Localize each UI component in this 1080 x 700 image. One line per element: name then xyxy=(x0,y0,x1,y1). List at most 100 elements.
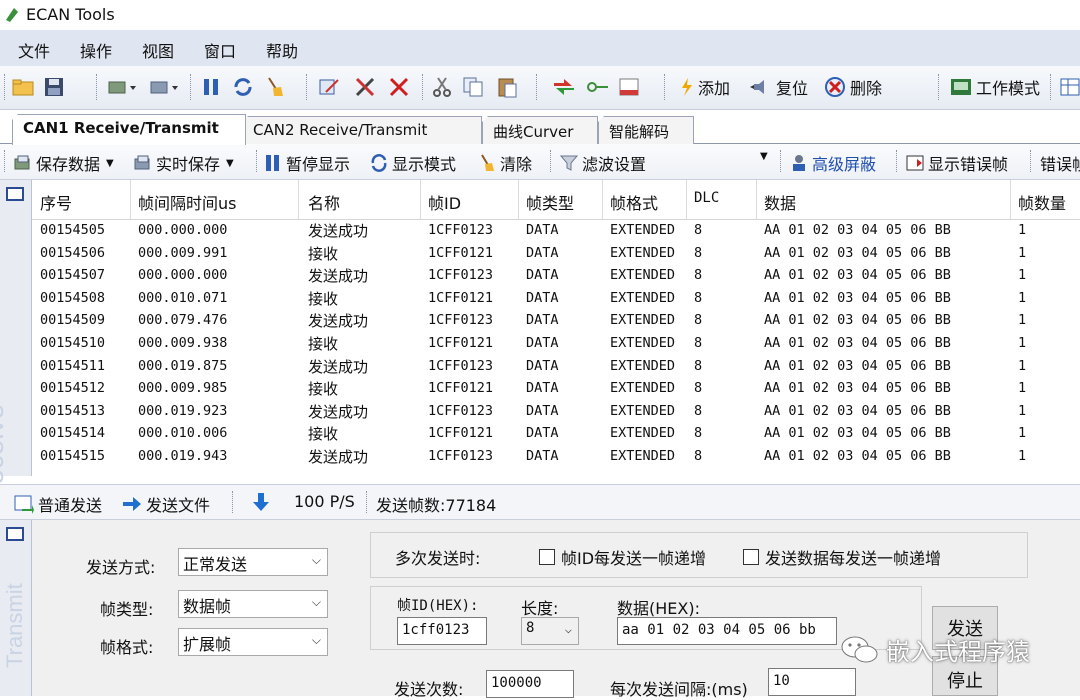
device-close-button[interactable] xyxy=(150,75,178,99)
show-error-frames-button[interactable]: 显示错误帧 xyxy=(906,151,1008,175)
table-row[interactable]: 00154509 000.079.476 发送成功 1CFF0123 DATA EXTEN… xyxy=(32,310,1080,333)
save-data-button[interactable]: 保存数据 ▼ xyxy=(14,151,114,175)
pause-display-button[interactable]: 暂停显示 xyxy=(264,151,350,175)
interval-input[interactable]: 10 xyxy=(768,668,856,696)
filter-settings-button[interactable]: 滤波设置 xyxy=(560,151,646,175)
refresh-button[interactable] xyxy=(232,75,254,99)
tab-curve[interactable]: 曲线Curver xyxy=(482,116,598,144)
pin-icon[interactable] xyxy=(6,187,24,201)
table-row[interactable]: 00154514 000.010.006 接收 1CFF0121 DATA EXTENDE… xyxy=(32,423,1080,446)
cell-seq: 00154508 xyxy=(40,289,106,306)
menu-operation[interactable]: 操作 xyxy=(76,38,116,62)
clear-button[interactable] xyxy=(264,75,286,99)
col-frame-type[interactable]: 帧类型 xyxy=(526,190,574,214)
delete-button[interactable]: 删除 xyxy=(824,75,882,99)
chevron-down-icon: ⌵ xyxy=(311,595,321,609)
col-frame-id[interactable]: 帧ID xyxy=(428,190,461,214)
table-row[interactable]: 00154513 000.019.923 发送成功 1CFF0123 DATA EXTEN… xyxy=(32,401,1080,424)
table-row[interactable]: 00154510 000.009.938 接收 1CFF0121 DATA EXTENDE… xyxy=(32,333,1080,356)
col-name[interactable]: 名称 xyxy=(308,190,340,214)
table-row[interactable]: 00154506 000.009.991 接收 1CFF0121 DATA EXTENDE… xyxy=(32,243,1080,266)
col-dlc[interactable]: DLC xyxy=(694,190,719,206)
normal-send-button[interactable]: 普通发送 xyxy=(14,492,102,516)
window-icon xyxy=(619,78,639,96)
table-row[interactable]: 00154515 000.019.943 发送成功 1CFF0123 DATA EXTEN… xyxy=(32,446,1080,469)
show-error-frames-label: 显示错误帧 xyxy=(928,155,1009,174)
table-row[interactable]: 00154511 000.019.875 发送成功 1CFF0123 DATA EXTEN… xyxy=(32,356,1080,379)
length-select[interactable]: 8 ⌵ xyxy=(521,617,579,645)
column-divider[interactable] xyxy=(1010,180,1011,220)
cell-dlc: 8 xyxy=(694,267,703,284)
pause-button[interactable] xyxy=(202,75,220,99)
tab-can1[interactable]: CAN1 Receive/Transmit xyxy=(12,114,246,145)
edit-button[interactable] xyxy=(318,75,340,99)
frame-id-input[interactable]: 1cff0123 xyxy=(397,617,487,645)
window-button[interactable] xyxy=(618,75,640,99)
realtime-save-button[interactable]: 实时保存 ▼ xyxy=(134,151,234,175)
add-button[interactable]: 添加 xyxy=(680,75,730,99)
column-divider[interactable] xyxy=(518,180,519,220)
device-connect-button[interactable] xyxy=(108,75,136,99)
table-row[interactable]: 00154508 000.010.071 接收 1CFF0121 DATA EXTENDE… xyxy=(32,288,1080,311)
cut-icon xyxy=(433,77,451,97)
swap-button[interactable] xyxy=(552,75,576,99)
tab-smart-decode[interactable]: 智能解码 xyxy=(598,116,694,144)
save-button[interactable] xyxy=(44,75,64,99)
cut-button[interactable] xyxy=(432,75,452,99)
col-interval[interactable]: 帧间隔时间us xyxy=(138,190,236,214)
work-mode-button[interactable]: 工作模式 xyxy=(950,75,1040,99)
reset-label: 复位 xyxy=(776,79,809,98)
table-row[interactable]: 00154505 000.000.000 发送成功 1CFF0123 DATA EXTEN… xyxy=(32,220,1080,243)
column-divider[interactable] xyxy=(130,180,131,220)
inc-id-checkbox[interactable]: 帧ID每发送一帧递增 xyxy=(539,545,706,569)
column-divider[interactable] xyxy=(298,180,299,220)
display-mode-label: 显示模式 xyxy=(392,155,457,174)
col-seq[interactable]: 序号 xyxy=(40,190,72,214)
column-divider[interactable] xyxy=(602,180,603,220)
column-divider[interactable] xyxy=(420,180,421,220)
paste-button[interactable] xyxy=(496,75,518,99)
menu-window[interactable]: 窗口 xyxy=(200,38,240,62)
error-button[interactable]: 错误帧 xyxy=(1040,151,1080,175)
cell-seq: 00154507 xyxy=(40,267,106,284)
data-input[interactable]: aa 01 02 03 04 05 06 bb xyxy=(617,617,837,645)
display-mode-button[interactable]: 显示模式 xyxy=(370,151,456,175)
inc-data-checkbox[interactable]: 发送数据每发送一帧递增 xyxy=(743,545,941,569)
menu-file[interactable]: 文件 xyxy=(14,38,54,62)
close-button[interactable] xyxy=(388,75,410,99)
open-folder-button[interactable] xyxy=(12,75,34,99)
advanced-mask-button[interactable]: 高级屏蔽 xyxy=(790,151,876,175)
cell-frame-type: DATA xyxy=(526,312,559,329)
menu-help[interactable]: 帮助 xyxy=(262,38,302,62)
menu-view[interactable]: 视图 xyxy=(138,38,178,62)
cell-dlc: 8 xyxy=(694,380,703,397)
copy-button[interactable] xyxy=(462,75,484,99)
send-count-input[interactable]: 100000 xyxy=(486,670,574,698)
clear-button-rx[interactable]: 清除 xyxy=(478,151,532,175)
filter-dropdown[interactable]: ▼ xyxy=(760,151,768,162)
table-row[interactable]: 00154507 000.000.000 发送成功 1CFF0123 DATA EXTEN… xyxy=(32,265,1080,288)
col-count[interactable]: 帧数量 xyxy=(1018,190,1066,214)
pause-icon xyxy=(204,79,218,95)
tools-button[interactable] xyxy=(354,75,376,99)
cell-frame-type: DATA xyxy=(526,425,559,442)
download-button[interactable] xyxy=(252,492,270,512)
send-file-button[interactable]: 发送文件 xyxy=(122,492,210,516)
reset-button[interactable]: 复位 xyxy=(750,75,808,99)
realtime-save-icon xyxy=(134,155,150,170)
tab-can2[interactable]: CAN2 Receive/Transmit xyxy=(242,116,482,144)
cell-frame-format: EXTENDED xyxy=(610,425,676,442)
table-row[interactable]: 00154512 000.009.985 接收 1CFF0121 DATA EXTENDE… xyxy=(32,378,1080,401)
col-frame-format[interactable]: 帧格式 xyxy=(610,190,658,214)
link-button[interactable] xyxy=(586,75,610,99)
column-divider[interactable] xyxy=(756,180,757,220)
more-button[interactable] xyxy=(1060,75,1080,99)
frame-format-select[interactable]: 扩展帧 ⌵ xyxy=(178,628,328,656)
col-data[interactable]: 数据 xyxy=(764,190,796,214)
device-icon xyxy=(150,81,178,94)
pin-icon[interactable] xyxy=(6,527,24,541)
send-mode-select[interactable]: 正常发送 ⌵ xyxy=(178,548,328,576)
paste-icon xyxy=(498,78,517,98)
frame-type-select[interactable]: 数据帧 ⌵ xyxy=(178,590,328,618)
column-divider[interactable] xyxy=(686,180,687,220)
